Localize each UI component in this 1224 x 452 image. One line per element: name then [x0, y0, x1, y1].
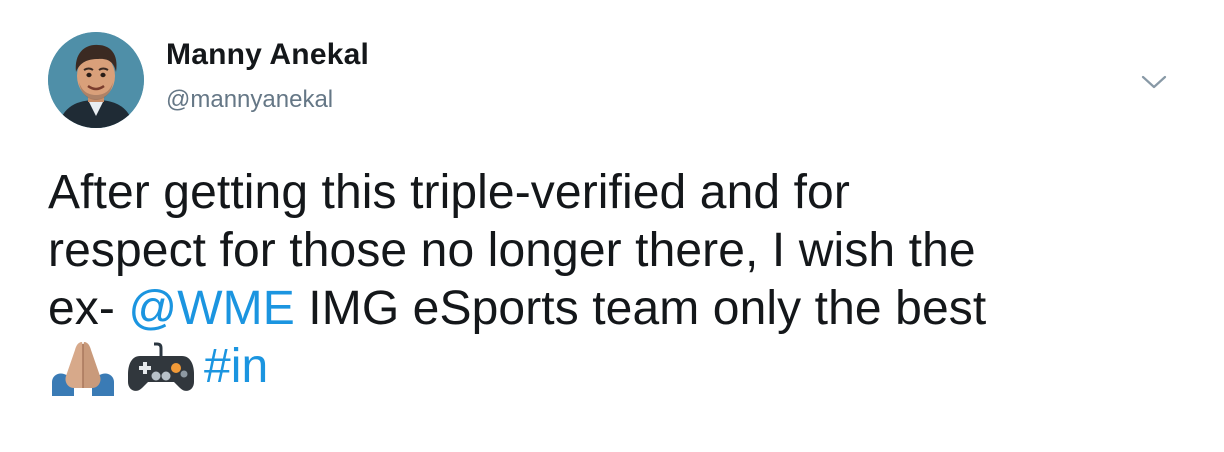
tweet-text-line: #in: [48, 338, 1188, 396]
avatar[interactable]: [48, 32, 144, 128]
tweet-text: After getting this triple-verified and f…: [48, 164, 1188, 396]
tweet-text-segment: IMG eSports team only the best: [294, 282, 987, 335]
tweet-text-line: ex- @WME IMG eSports team only the best: [48, 280, 1188, 338]
tweet-text-line: After getting this triple-verified and f…: [48, 166, 850, 219]
tweet-text-line: respect for those no longer there, I wis…: [48, 224, 976, 277]
chevron-down-icon[interactable]: [1140, 72, 1168, 92]
folded-hands-emoji: [48, 338, 118, 396]
tweet-card: Manny Anekal @mannyanekal After getting …: [0, 0, 1224, 452]
video-game-emoji: [126, 338, 196, 396]
author-handle[interactable]: @mannyanekal: [166, 86, 333, 114]
tweet-text-segment: ex-: [48, 282, 129, 335]
author-name[interactable]: Manny Anekal: [166, 38, 369, 72]
mention-link[interactable]: @WME: [128, 282, 294, 335]
hashtag-link[interactable]: #in: [204, 340, 268, 393]
